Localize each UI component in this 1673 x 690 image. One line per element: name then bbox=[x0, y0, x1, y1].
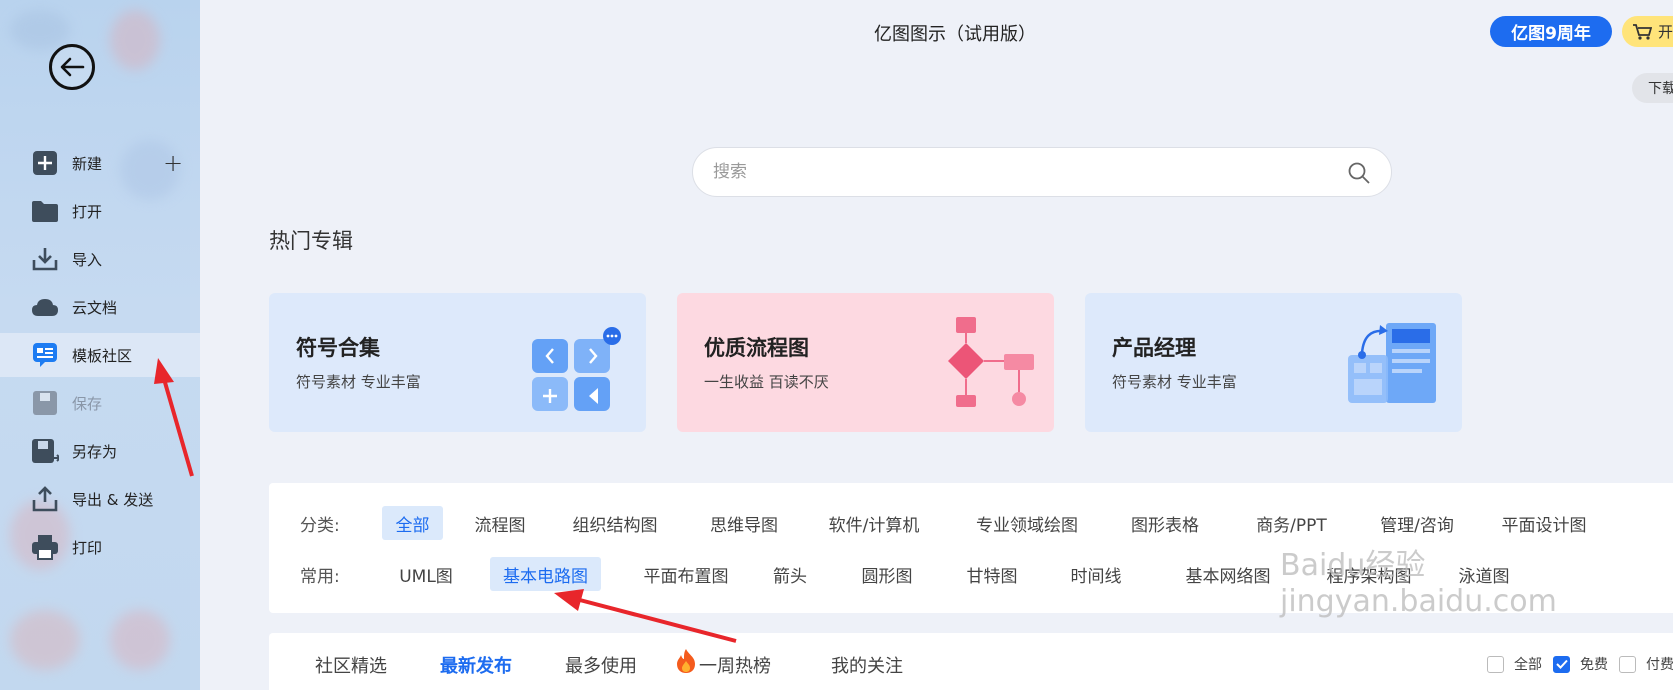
add-icon[interactable]: + bbox=[163, 149, 183, 177]
category-business-ppt[interactable]: 商务/PPT bbox=[1239, 506, 1344, 540]
search-box[interactable] bbox=[692, 147, 1392, 197]
sidebar-item-import[interactable]: 导入 bbox=[0, 237, 200, 281]
album-card-product-manager[interactable]: 产品经理 符号素材 专业丰富 bbox=[1085, 293, 1462, 432]
product-manager-illustration-icon bbox=[1348, 323, 1436, 403]
cart-icon bbox=[1633, 23, 1652, 40]
arrow-left-icon bbox=[60, 57, 85, 77]
sidebar-item-label: 导入 bbox=[72, 250, 103, 269]
card-title: 优质流程图 bbox=[704, 336, 809, 360]
back-button[interactable] bbox=[49, 44, 95, 90]
category-flowchart[interactable]: 流程图 bbox=[465, 506, 535, 540]
common-basic-circuit[interactable]: 基本电路图 bbox=[490, 557, 601, 591]
sidebar-item-label: 云文档 bbox=[72, 298, 118, 317]
card-title: 符号合集 bbox=[296, 336, 380, 360]
export-icon bbox=[31, 485, 59, 513]
common-uml[interactable]: UML图 bbox=[391, 557, 461, 591]
check-icon bbox=[1555, 659, 1568, 669]
common-gantt[interactable]: 甘特图 bbox=[957, 557, 1027, 591]
download-button[interactable]: 下载 bbox=[1632, 73, 1673, 103]
sidebar-item-template-community[interactable]: 模板社区 bbox=[0, 333, 200, 377]
album-card-flowchart[interactable]: 优质流程图 一生收益 百读不厌 bbox=[677, 293, 1054, 432]
template-community-icon bbox=[31, 341, 59, 369]
printer-icon bbox=[31, 533, 59, 561]
common-label: 常用: bbox=[300, 566, 340, 587]
tab-community-picks[interactable]: 社区精选 bbox=[315, 652, 387, 678]
search-input[interactable] bbox=[713, 162, 1313, 182]
category-graphic-tables[interactable]: 图形表格 bbox=[1120, 506, 1210, 540]
sidebar-item-label: 另存为 bbox=[72, 442, 118, 461]
watermark: Baidu经验 jingyan.baidu.com bbox=[1280, 548, 1557, 619]
common-floor-plan[interactable]: 平面布置图 bbox=[636, 557, 736, 591]
symbols-illustration-icon bbox=[532, 327, 621, 411]
category-row: 分类: 全部 流程图 组织结构图 思维导图 软件/计算机 专业领域绘图 图形表格… bbox=[269, 505, 1673, 541]
sidebar-item-label: 导出 & 发送 bbox=[72, 490, 154, 509]
sidebar-item-new[interactable]: 新建 + bbox=[0, 141, 200, 185]
price-filter-free[interactable]: 免费 bbox=[1553, 654, 1608, 674]
category-mind-map[interactable]: 思维导图 bbox=[699, 506, 789, 540]
sidebar-item-save-as[interactable]: 另存为 bbox=[0, 429, 200, 473]
folder-icon bbox=[31, 197, 59, 225]
common-timeline[interactable]: 时间线 bbox=[1061, 557, 1131, 591]
tab-my-following[interactable]: 我的关注 bbox=[831, 652, 903, 678]
category-all[interactable]: 全部 bbox=[382, 506, 443, 540]
common-arrows[interactable]: 箭头 bbox=[767, 557, 813, 591]
anniversary-badge[interactable]: 亿图9周年 bbox=[1490, 16, 1612, 47]
sidebar-item-label: 打开 bbox=[72, 202, 103, 221]
sidebar-item-open[interactable]: 打开 bbox=[0, 189, 200, 233]
checkbox-label: 付费 bbox=[1646, 657, 1673, 673]
window-title: 亿图图示（试用版） bbox=[874, 24, 1036, 45]
card-title: 产品经理 bbox=[1112, 336, 1196, 360]
category-software[interactable]: 软件/计算机 bbox=[819, 506, 929, 540]
sidebar-item-label: 保存 bbox=[72, 394, 103, 413]
save-as-icon bbox=[31, 437, 59, 465]
card-subtitle: 符号素材 专业丰富 bbox=[1112, 373, 1237, 391]
cart-label: 开 bbox=[1658, 23, 1673, 41]
sidebar-item-cloud[interactable]: 云文档 bbox=[0, 285, 200, 329]
tab-most-used[interactable]: 最多使用 bbox=[565, 652, 637, 678]
album-card-symbols[interactable]: 符号合集 符号素材 专业丰富 bbox=[269, 293, 646, 432]
save-icon bbox=[31, 389, 59, 417]
tab-weekly-hot[interactable]: 一周热榜 bbox=[675, 649, 771, 678]
sidebar-item-print[interactable]: 打印 bbox=[0, 525, 200, 569]
sidebar-item-label: 新建 bbox=[72, 154, 103, 173]
cart-button[interactable]: 开 bbox=[1622, 16, 1673, 47]
checkbox-label: 全部 bbox=[1514, 657, 1542, 673]
sidebar-item-label: 模板社区 bbox=[72, 346, 133, 365]
sidebar-item-export-send[interactable]: 导出 & 发送 bbox=[0, 477, 200, 521]
category-label: 分类: bbox=[300, 515, 340, 536]
cloud-icon bbox=[31, 293, 59, 321]
template-tabs: 社区精选 最新发布 最多使用 一周热榜 我的关注 全部 免费 付费 bbox=[269, 633, 1673, 690]
sidebar-item-save[interactable]: 保存 bbox=[0, 381, 200, 425]
checkbox[interactable] bbox=[1553, 655, 1570, 673]
common-circular[interactable]: 圆形图 bbox=[852, 557, 922, 591]
checkbox-label: 免费 bbox=[1580, 657, 1608, 673]
card-subtitle: 一生收益 百读不厌 bbox=[704, 373, 829, 391]
fire-icon bbox=[677, 649, 695, 673]
tab-weekly-hot-label: 一周热榜 bbox=[699, 656, 771, 677]
search-icon[interactable] bbox=[1347, 161, 1371, 185]
common-basic-network[interactable]: 基本网络图 bbox=[1169, 557, 1287, 591]
import-icon bbox=[31, 245, 59, 273]
sidebar-item-label: 打印 bbox=[72, 538, 103, 557]
checkbox[interactable] bbox=[1619, 655, 1636, 673]
category-management[interactable]: 管理/咨询 bbox=[1372, 506, 1462, 540]
card-subtitle: 符号素材 专业丰富 bbox=[296, 373, 421, 391]
category-graphic-design[interactable]: 平面设计图 bbox=[1494, 506, 1594, 540]
checkbox[interactable] bbox=[1487, 655, 1504, 673]
sidebar: 新建 + 打开 导入 云文档 模板社区 保存 另存为 导出 & 发送 打印 bbox=[0, 0, 200, 690]
price-filter-paid[interactable]: 付费 bbox=[1619, 654, 1673, 674]
flowchart-illustration-icon bbox=[948, 317, 1034, 407]
category-org-chart[interactable]: 组织结构图 bbox=[565, 506, 665, 540]
tab-latest[interactable]: 最新发布 bbox=[440, 652, 512, 678]
section-title-hot-albums: 热门专辑 bbox=[269, 229, 353, 253]
price-filter-all[interactable]: 全部 bbox=[1487, 654, 1542, 674]
category-professional[interactable]: 专业领域绘图 bbox=[962, 506, 1092, 540]
plus-square-icon bbox=[31, 149, 59, 177]
